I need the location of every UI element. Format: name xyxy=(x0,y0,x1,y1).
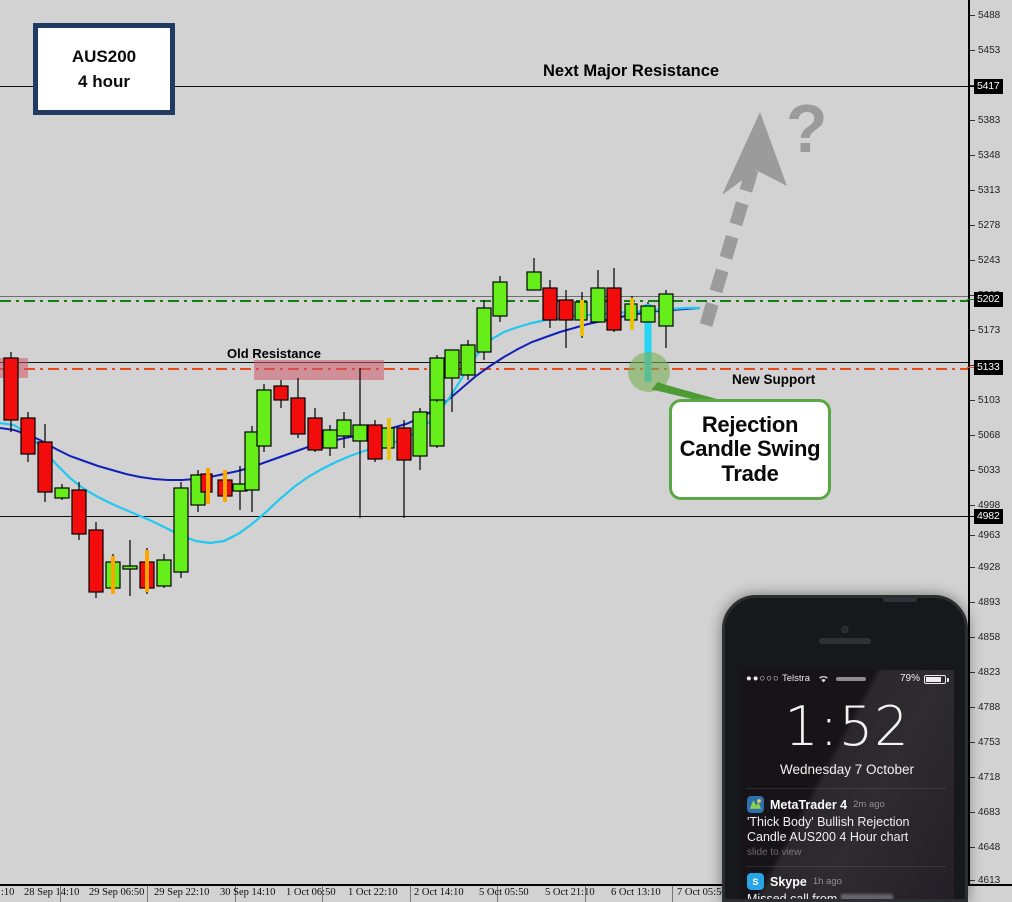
time-tick: 2 Oct 14:10 xyxy=(414,887,464,898)
notification-app-name: MetaTrader 4 xyxy=(770,797,848,812)
price-tick: 4858 xyxy=(978,632,1001,643)
price-tick: 4823 xyxy=(978,667,1001,678)
phone-lock-screen[interactable]: ●●○○○ Telstra 79% 1:52 Wednesday 7 Octob… xyxy=(740,670,954,899)
level-line-new-support xyxy=(0,368,968,370)
price-tick: 5033 xyxy=(978,465,1001,476)
price-tick: 4893 xyxy=(978,597,1001,608)
next-major-resistance-label: Next Major Resistance xyxy=(543,62,720,80)
time-tick: 6 Oct 13:10 xyxy=(611,887,661,898)
time-tick: 7 Oct 05:50 xyxy=(677,887,727,898)
phone-overlay: ●●○○○ Telstra 79% 1:52 Wednesday 7 Octob… xyxy=(722,595,968,902)
phone-power-button[interactable] xyxy=(883,598,917,602)
notification-slide-hint[interactable]: slide to view xyxy=(747,847,947,858)
price-tick: 5243 xyxy=(978,255,1001,266)
price-tick: 4718 xyxy=(978,772,1001,783)
price-tick: 5173 xyxy=(978,325,1001,336)
price-tick: 4648 xyxy=(978,842,1001,853)
price-tick: 5068 xyxy=(978,430,1001,441)
price-tick: 4753 xyxy=(978,737,1001,748)
callout-line-3: Trade xyxy=(721,460,779,486)
level-line-thin-upper xyxy=(0,296,968,297)
phone-volume-down-button[interactable] xyxy=(722,786,725,814)
battery-cap-icon xyxy=(947,678,949,682)
notification-metatrader[interactable]: MetaTrader 4 2m ago 'Thick Body' Bullish… xyxy=(747,796,947,858)
time-tick: 5 Oct 05:50 xyxy=(479,887,529,898)
level-line-green-dashed xyxy=(0,300,968,302)
chart-title-instrument: AUS200 xyxy=(71,46,137,66)
zone-old-resistance-left xyxy=(0,358,28,378)
projection-arrow-head xyxy=(722,112,787,195)
new-support-label: New Support xyxy=(732,372,816,387)
phone-volume-up-button[interactable] xyxy=(722,750,725,778)
phone-status-bar: ●●○○○ Telstra 79% xyxy=(740,670,954,688)
time-tick: 30 Sep 14:10 xyxy=(220,887,276,898)
time-tick: :10 xyxy=(1,887,15,898)
wifi-icon xyxy=(819,676,828,683)
time-tick: 29 Sep 06:50 xyxy=(89,887,145,898)
price-tick: 5383 xyxy=(978,115,1001,126)
battery-icon xyxy=(924,675,946,684)
price-axis[interactable]: 5488 5453 5417 5383 5348 5313 5278 5243 … xyxy=(967,0,1012,886)
time-tick: 28 Sep 14:10 xyxy=(24,887,80,898)
notification-timestamp: 2m ago xyxy=(853,799,885,810)
notification-body-line-1: Missed call from xyxy=(747,892,947,899)
price-tick: 4788 xyxy=(978,702,1001,713)
old-resistance-label: Old Resistance xyxy=(227,346,321,361)
redacted-contact-name xyxy=(840,894,893,899)
chart-title-timeframe: 4 hour xyxy=(78,72,130,91)
earpiece-speaker xyxy=(819,638,871,644)
metatrader-app-icon xyxy=(747,796,764,813)
price-tick: 5348 xyxy=(978,150,1001,161)
lock-screen-clock: 1:52 xyxy=(784,695,910,758)
price-tick: 5278 xyxy=(978,220,1001,231)
price-tick: 4928 xyxy=(978,562,1001,573)
front-camera-icon xyxy=(841,626,849,633)
phone-mute-switch[interactable] xyxy=(722,718,725,734)
candles xyxy=(3,258,674,598)
time-tick: 1 Oct 06:50 xyxy=(286,887,336,898)
svg-text:S: S xyxy=(752,877,758,887)
callout-line-1: Rejection xyxy=(701,411,799,437)
signal-dots-icon: ●●○○○ xyxy=(746,673,780,684)
price-tick: 4683 xyxy=(978,807,1001,818)
price-tick: 4963 xyxy=(978,530,1001,541)
skype-app-icon: S xyxy=(747,873,764,890)
fast-moving-average-line xyxy=(0,306,700,545)
price-tick: 5453 xyxy=(978,45,1001,56)
price-tick: 5103 xyxy=(978,395,1001,406)
notification-body-line-1: 'Thick Body' Bullish Rejection xyxy=(747,815,910,829)
price-tag-lower-level: 4982 xyxy=(967,509,1003,524)
lock-screen-date: Wednesday 7 October xyxy=(779,762,915,777)
battery-percent-label: 79% xyxy=(899,673,920,684)
notification-divider xyxy=(746,788,946,789)
chart-title-box: AUS200 4 hour xyxy=(33,23,175,115)
price-tag-resistance: 5417 xyxy=(967,79,1003,94)
rejection-trade-callout: Rejection Candle Swing Trade xyxy=(669,399,831,500)
notification-app-name: Skype xyxy=(770,874,807,889)
level-line-lower xyxy=(0,516,968,517)
slow-moving-average-line xyxy=(0,307,701,481)
question-mark-label: ? xyxy=(786,91,828,167)
price-tick: 5313 xyxy=(978,185,1001,196)
notification-divider xyxy=(746,866,946,867)
rejection-candle-highlight-dot xyxy=(628,352,670,392)
price-tag-support: 5133 xyxy=(967,360,1003,375)
trading-chart-screenshot: ? Next Major Resistance Old Resistance N… xyxy=(0,0,1012,902)
callout-line-2: Candle Swing xyxy=(679,436,821,462)
notification-body-line-2: Candle AUS200 4 Hour chart xyxy=(747,829,909,844)
price-tag-green-level: 5202 xyxy=(967,292,1003,307)
carrier-label: Telstra xyxy=(782,673,810,684)
notification-timestamp: 1h ago xyxy=(812,876,842,887)
price-tick: 5488 xyxy=(978,10,1001,21)
status-bar-pill xyxy=(836,677,866,681)
level-line-old-resistance xyxy=(0,362,968,363)
notification-skype[interactable]: S Skype 1h ago Missed call from xyxy=(747,873,947,899)
time-tick: 1 Oct 22:10 xyxy=(348,887,398,898)
zone-old-resistance-mid xyxy=(254,360,384,380)
time-tick: 29 Sep 22:10 xyxy=(154,887,210,898)
time-tick: 5 Oct 21:10 xyxy=(545,887,595,898)
